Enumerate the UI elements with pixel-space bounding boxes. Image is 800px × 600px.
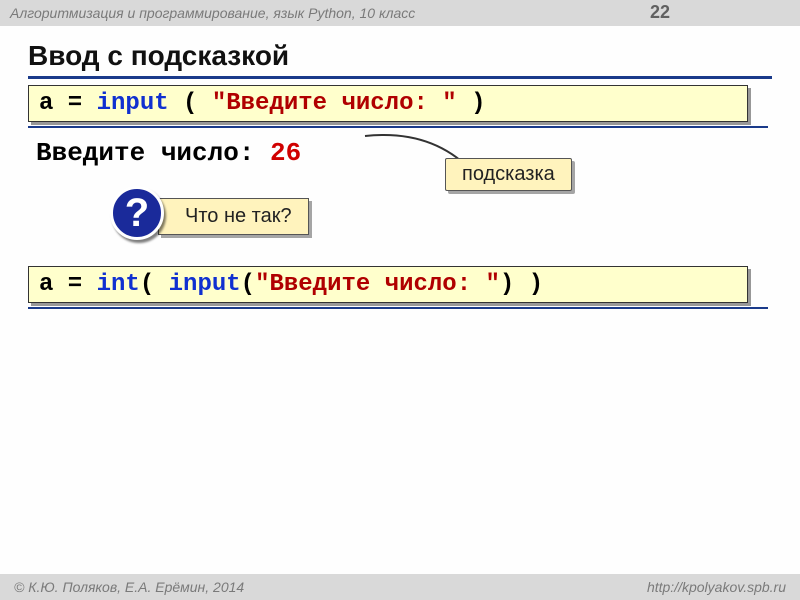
console-output: Введите число: 26 xyxy=(36,138,772,168)
footer-bar: © К.Ю. Поляков, Е.А. Ерёмин, 2014 http:/… xyxy=(0,574,800,600)
code-divider xyxy=(28,126,768,128)
code-text: ( xyxy=(140,271,169,298)
code-text: ) xyxy=(457,90,486,117)
code-string: "Введите число: " xyxy=(255,271,500,298)
code-block-1: a = input ( "Введите число: " ) xyxy=(28,85,748,122)
footer-authors: © К.Ю. Поляков, Е.А. Ерёмин, 2014 xyxy=(14,579,244,595)
code-string: "Введите число: " xyxy=(212,90,457,117)
header-bar: Алгоритмизация и программирование, язык … xyxy=(0,0,800,26)
code-text: ) ) xyxy=(500,271,543,298)
code-keyword: int xyxy=(97,271,140,298)
page-title: Ввод с подсказкой xyxy=(28,40,772,72)
hint-label: подсказка xyxy=(445,158,572,191)
code-text: ( xyxy=(241,271,255,298)
code-keyword: input xyxy=(97,90,169,117)
course-title: Алгоритмизация и программирование, язык … xyxy=(10,5,415,21)
page-number: 22 xyxy=(650,2,670,23)
question-mark-icon: ? xyxy=(110,186,164,240)
footer-site: http://kpolyakov.spb.ru xyxy=(647,579,786,595)
code-text: ( xyxy=(169,90,212,117)
console-prompt: Введите число: xyxy=(36,138,270,168)
code-text: a = xyxy=(39,90,97,117)
code-block-2: a = int( input("Введите число: ") ) xyxy=(28,266,748,303)
code-text: a = xyxy=(39,271,97,298)
question-text: Что не так? xyxy=(158,198,309,235)
code-keyword: input xyxy=(169,271,241,298)
slide-content: Ввод с подсказкой a = input ( "Введите ч… xyxy=(0,26,800,309)
question-callout: Что не так? ? xyxy=(110,188,772,248)
title-divider xyxy=(28,76,772,79)
code-divider xyxy=(28,307,768,309)
console-value: 26 xyxy=(270,138,301,168)
